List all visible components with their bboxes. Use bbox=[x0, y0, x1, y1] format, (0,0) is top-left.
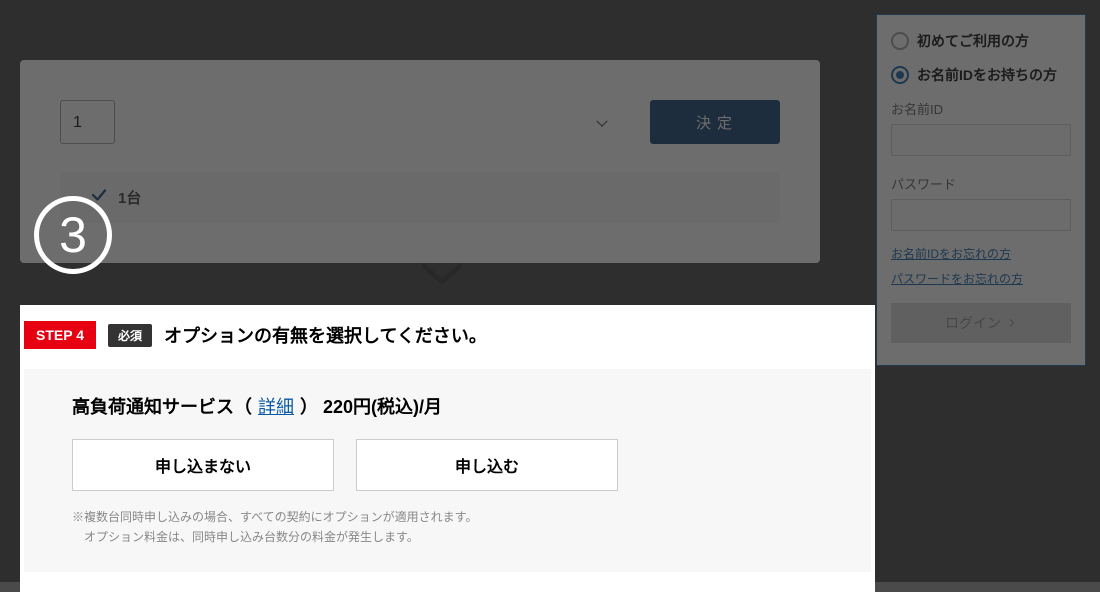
service-line: 高負荷通知サービス（詳細） 220円(税込)/月 bbox=[72, 393, 823, 419]
option-yes-button[interactable]: 申し込む bbox=[356, 439, 618, 491]
option-note: ※複数台同時申し込みの場合、すべての契約にオプションが適用されます。 オプション… bbox=[72, 507, 823, 548]
option-block: 高負荷通知サービス（詳細） 220円(税込)/月 申し込まない 申し込む ※複数… bbox=[24, 369, 871, 572]
service-name: 高負荷通知サービス（ bbox=[72, 397, 252, 417]
step4-header: STEP 4 必須 オプションの有無を選択してください。 bbox=[20, 321, 875, 369]
required-badge: 必須 bbox=[108, 324, 152, 347]
detail-link[interactable]: 詳細 bbox=[252, 397, 300, 417]
step-indicator-number: 3 bbox=[59, 206, 87, 264]
step-indicator-circle: 3 bbox=[34, 196, 112, 274]
service-price: ） 220円(税込)/月 bbox=[300, 397, 442, 417]
option-note-line2: オプション料金は、同時申し込み台数分の料金が発生します。 bbox=[72, 527, 823, 547]
option-no-button[interactable]: 申し込まない bbox=[72, 439, 334, 491]
step4-badge: STEP 4 bbox=[24, 321, 96, 349]
step4-panel: STEP 4 必須 オプションの有無を選択してください。 高負荷通知サービス（詳… bbox=[20, 305, 875, 592]
step4-title: オプションの有無を選択してください。 bbox=[164, 322, 487, 348]
option-note-line1: ※複数台同時申し込みの場合、すべての契約にオプションが適用されます。 bbox=[72, 507, 823, 527]
option-buttons-row: 申し込まない 申し込む bbox=[72, 439, 823, 491]
